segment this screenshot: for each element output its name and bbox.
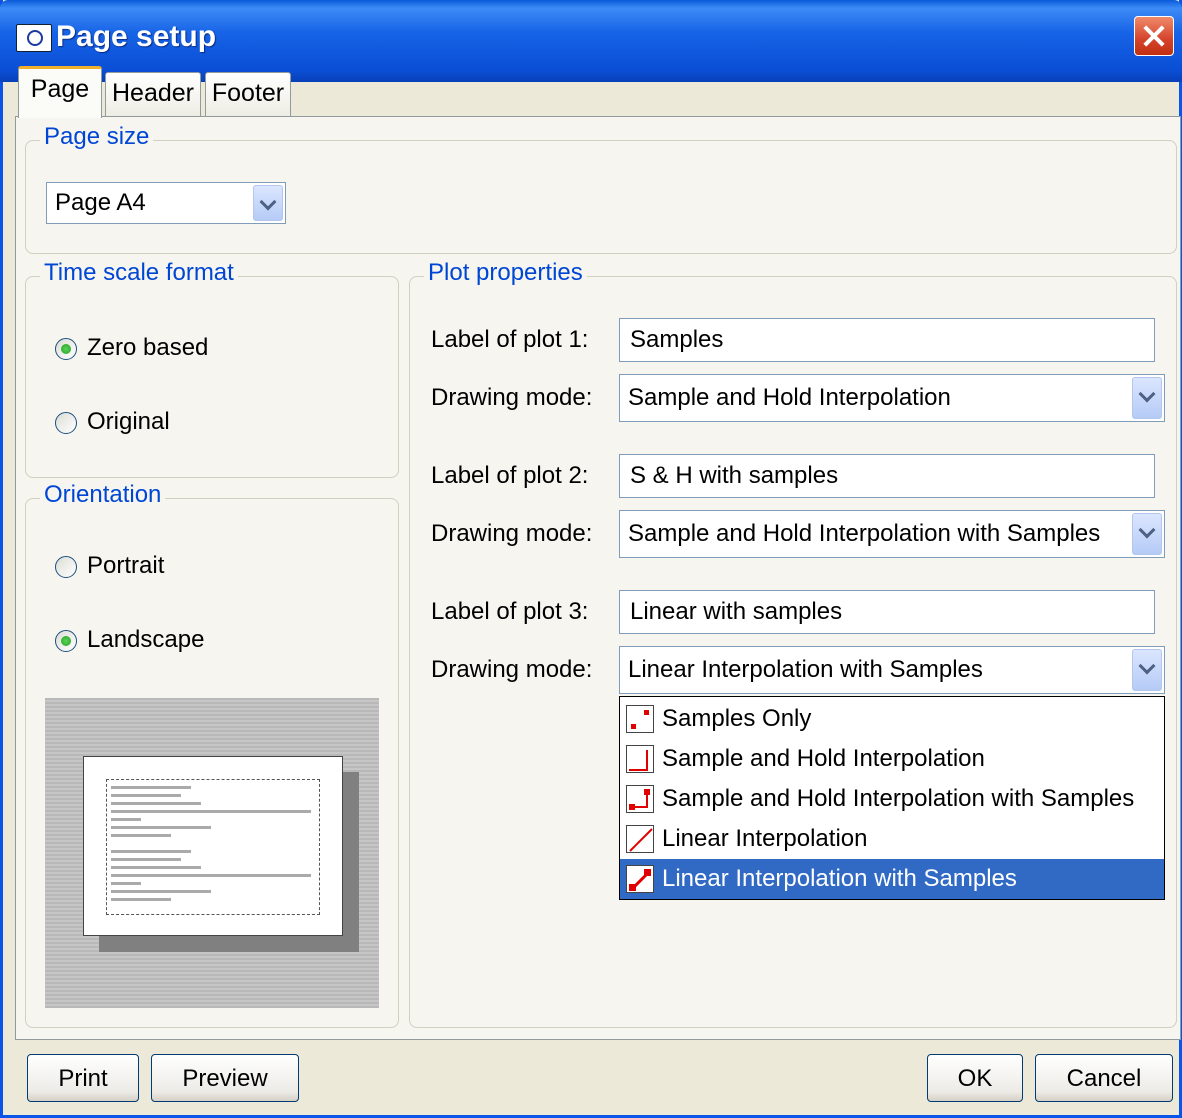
original-radio[interactable] xyxy=(55,412,77,434)
chevron-down-icon[interactable] xyxy=(1132,649,1162,691)
sample-hold-samples-icon xyxy=(626,785,654,813)
linear-samples-icon xyxy=(626,865,654,893)
chevron-down-icon[interactable] xyxy=(1132,377,1162,419)
dropdown-option-sample-hold-samples[interactable]: Sample and Hold Interpolation with Sampl… xyxy=(620,779,1164,819)
plot-3-mode-caption: Drawing mode: xyxy=(431,656,593,683)
samples-only-icon xyxy=(626,705,654,733)
landscape-radio[interactable] xyxy=(55,630,77,652)
dropdown-option-sample-hold[interactable]: Sample and Hold Interpolation xyxy=(620,739,1164,779)
plot-1-mode-select[interactable]: Sample and Hold Interpolation xyxy=(619,374,1165,422)
page-preview-margin xyxy=(106,779,320,915)
portrait-radio[interactable] xyxy=(55,556,77,578)
plot-1-label-caption: Label of plot 1: xyxy=(431,326,589,353)
plot-1-mode-caption: Drawing mode: xyxy=(431,384,593,411)
plot-2-mode-select[interactable]: Sample and Hold Interpolation with Sampl… xyxy=(619,510,1165,558)
plot-2-mode-value: Sample and Hold Interpolation with Sampl… xyxy=(628,520,1101,547)
orientation-title: Orientation xyxy=(40,481,166,509)
print-button[interactable]: Print xyxy=(27,1054,139,1102)
app-icon xyxy=(16,24,52,52)
page-size-select[interactable]: Page A4 xyxy=(46,182,286,224)
plot-3-label-input[interactable]: Linear with samples xyxy=(619,590,1155,634)
dropdown-option-samples-only[interactable]: Samples Only xyxy=(620,699,1164,739)
drawing-mode-dropdown[interactable]: Samples Only Sample and Hold Interpolati… xyxy=(619,696,1165,900)
cancel-button[interactable]: Cancel xyxy=(1035,1054,1173,1102)
original-label[interactable]: Original xyxy=(87,408,170,436)
linear-icon xyxy=(626,825,654,853)
plot-2-label-caption: Label of plot 2: xyxy=(431,462,589,489)
portrait-label[interactable]: Portrait xyxy=(87,552,164,580)
tab-page[interactable]: Page xyxy=(18,66,102,118)
landscape-label[interactable]: Landscape xyxy=(87,626,204,654)
dropdown-option-linear[interactable]: Linear Interpolation xyxy=(620,819,1164,859)
plot-2-label-input[interactable]: S & H with samples xyxy=(619,454,1155,498)
chevron-down-icon[interactable] xyxy=(1132,513,1162,555)
zero-based-label[interactable]: Zero based xyxy=(87,334,208,362)
plot-3-mode-select[interactable]: Linear Interpolation with Samples xyxy=(619,646,1165,694)
plot-1-label-input[interactable]: Samples xyxy=(619,318,1155,362)
sample-hold-icon xyxy=(626,745,654,773)
plot-1-mode-value: Sample and Hold Interpolation xyxy=(628,384,951,411)
time-scale-group: Time scale format xyxy=(25,259,399,478)
chevron-down-icon[interactable] xyxy=(253,185,283,221)
zero-based-radio[interactable] xyxy=(55,338,77,360)
tab-header[interactable]: Header xyxy=(105,72,201,116)
tab-footer[interactable]: Footer xyxy=(205,72,291,116)
close-icon[interactable] xyxy=(1134,16,1174,56)
page-size-title: Page size xyxy=(40,123,154,151)
time-scale-title: Time scale format xyxy=(40,259,238,287)
plot-properties-title: Plot properties xyxy=(424,259,587,287)
page-setup-dialog: Page setup Page Header Footer Page size … xyxy=(0,0,1182,1118)
ok-button[interactable]: OK xyxy=(927,1054,1023,1102)
plot-3-label-caption: Label of plot 3: xyxy=(431,598,589,625)
page-size-value: Page A4 xyxy=(55,189,146,216)
plot-3-mode-value: Linear Interpolation with Samples xyxy=(628,656,983,683)
plot-2-mode-caption: Drawing mode: xyxy=(431,520,593,547)
title-bar[interactable]: Page setup xyxy=(0,0,1182,82)
preview-button[interactable]: Preview xyxy=(151,1054,299,1102)
dropdown-option-linear-samples[interactable]: Linear Interpolation with Samples xyxy=(620,859,1164,899)
page-preview-paper xyxy=(83,756,343,936)
window-title: Page setup xyxy=(56,20,217,53)
